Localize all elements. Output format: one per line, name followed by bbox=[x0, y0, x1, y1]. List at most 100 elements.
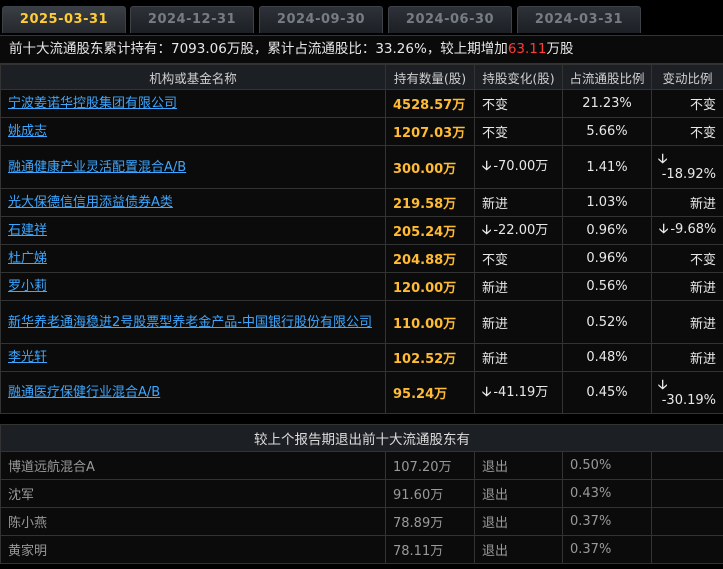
shareholder-name-cell: 宁波姜诺华控股集团有限公司 bbox=[0, 89, 386, 118]
summary-label-holding: 前十大流通股东累计持有： bbox=[9, 41, 171, 57]
exited-amount: 91.60万 bbox=[385, 479, 475, 508]
holding-change: 不变 bbox=[474, 244, 563, 273]
table-row: 杜广娣 204.88万 不变 0.96% 不变 bbox=[0, 244, 723, 273]
exited-empty bbox=[650, 507, 723, 536]
holding-change: 🡣 -22.00万 bbox=[474, 216, 563, 245]
holding-change: 不变 bbox=[474, 117, 563, 146]
holding-change: 新进 bbox=[474, 300, 563, 344]
tab-2024-03-31[interactable]: 2024-03-31 bbox=[517, 6, 641, 33]
change-ratio-value: -9.68% bbox=[670, 221, 717, 237]
change-ratio: 🡣 -9.68% bbox=[651, 216, 723, 245]
exited-ratio: 0.50% bbox=[562, 451, 652, 480]
exited-empty bbox=[650, 451, 723, 480]
exited-status: 退出 bbox=[474, 535, 563, 564]
arrow-down-icon: 🡣 bbox=[658, 377, 668, 393]
holding-amount: 300.00万 bbox=[385, 145, 475, 189]
change-ratio-value: -30.19% bbox=[661, 392, 716, 408]
shareholder-name-cell: 石建祥 bbox=[0, 216, 386, 245]
summary-unit: 万股 bbox=[546, 41, 574, 57]
exited-status: 退出 bbox=[474, 451, 563, 480]
change-ratio: 🡣 -18.92% bbox=[651, 145, 723, 189]
float-share-ratio: 0.96% bbox=[562, 244, 652, 273]
float-share-ratio: 0.56% bbox=[562, 272, 652, 301]
report-date-tabs: 2025-03-31 2024-12-31 2024-09-30 2024-06… bbox=[0, 0, 723, 36]
holding-change: 🡣 -41.19万 bbox=[474, 371, 563, 414]
holding-amount: 1207.03万 bbox=[385, 117, 475, 146]
col-header-change: 持股变化(股) bbox=[474, 64, 563, 90]
holding-change-value: -41.19万 bbox=[493, 384, 549, 400]
exited-row: 沈军 91.60万 退出 0.43% bbox=[0, 479, 723, 508]
holding-amount: 204.88万 bbox=[385, 244, 475, 273]
exited-amount: 78.89万 bbox=[385, 507, 475, 536]
shareholder-name-cell: 新华养老通海稳进2号股票型养老金产品-中国银行股份有限公司 bbox=[0, 300, 386, 344]
holding-amount: 110.00万 bbox=[385, 300, 475, 344]
table-row: 新华养老通海稳进2号股票型养老金产品-中国银行股份有限公司 110.00万 新进 0.… bbox=[0, 300, 723, 344]
change-ratio: 不变 bbox=[651, 244, 723, 273]
shareholder-link[interactable]: 光大保德信信用添益债券A类 bbox=[8, 195, 173, 210]
tab-2024-12-31[interactable]: 2024-12-31 bbox=[130, 6, 254, 33]
summary-label-increase: ，较上期增加 bbox=[426, 41, 508, 57]
exited-status: 退出 bbox=[474, 479, 563, 508]
holding-amount: 4528.57万 bbox=[385, 89, 475, 118]
exited-name: 黄家明 bbox=[0, 535, 386, 564]
summary-ratio: 33.26% bbox=[375, 41, 427, 57]
exited-amount: 107.20万 bbox=[385, 451, 475, 480]
shareholder-link[interactable]: 融通医疗保健行业混合A/B bbox=[8, 385, 160, 400]
exited-row: 黄家明 78.11万 退出 0.37% bbox=[0, 535, 723, 564]
exited-empty bbox=[650, 479, 723, 508]
arrow-down-icon: 🡣 bbox=[482, 384, 492, 400]
holding-change: 不变 bbox=[474, 89, 563, 118]
table-row: 李光轩 102.52万 新进 0.48% 新进 bbox=[0, 343, 723, 372]
exited-section-title: 较上个报告期退出前十大流通股东有 bbox=[0, 424, 723, 452]
tab-2024-09-30[interactable]: 2024-09-30 bbox=[259, 6, 383, 33]
holding-change: 新进 bbox=[474, 272, 563, 301]
change-ratio: 新进 bbox=[651, 300, 723, 344]
summary-total: 7093.06万股 bbox=[171, 41, 254, 57]
arrow-down-icon: 🡣 bbox=[482, 159, 492, 174]
holding-change: 新进 bbox=[474, 343, 563, 372]
summary-label-ratio: ，累计占流通股比： bbox=[253, 41, 376, 57]
exited-row: 陈小燕 78.89万 退出 0.37% bbox=[0, 507, 723, 536]
shareholder-link[interactable]: 杜广娣 bbox=[8, 251, 47, 266]
change-ratio: 新进 bbox=[651, 188, 723, 217]
table-row: 姚成志 1207.03万 不变 5.66% 不变 bbox=[0, 117, 723, 146]
exited-name: 陈小燕 bbox=[0, 507, 386, 536]
change-ratio: 🡣 -30.19% bbox=[651, 371, 723, 414]
shareholder-name-cell: 融通医疗保健行业混合A/B bbox=[0, 371, 386, 414]
tab-2025-03-31[interactable]: 2025-03-31 bbox=[2, 6, 126, 33]
holding-amount: 102.52万 bbox=[385, 343, 475, 372]
exited-amount: 78.11万 bbox=[385, 535, 475, 564]
exited-row: 博道远航混合A 107.20万 退出 0.50% bbox=[0, 451, 723, 480]
shareholder-link[interactable]: 李光轩 bbox=[8, 350, 47, 365]
shareholder-link[interactable]: 融通健康产业灵活配置混合A/B bbox=[8, 160, 186, 175]
float-share-ratio: 1.03% bbox=[562, 188, 652, 217]
holding-change: 新进 bbox=[474, 188, 563, 217]
table-row: 融通健康产业灵活配置混合A/B 300.00万 🡣 -70.00万 1.41% 🡣 -18.… bbox=[0, 145, 723, 189]
exited-name: 沈军 bbox=[0, 479, 386, 508]
shareholder-name-cell: 罗小莉 bbox=[0, 272, 386, 301]
shareholder-link[interactable]: 石建祥 bbox=[8, 223, 47, 238]
shareholder-name-cell: 姚成志 bbox=[0, 117, 386, 146]
shareholder-name-cell: 光大保德信信用添益债券A类 bbox=[0, 188, 386, 217]
col-header-name: 机构或基金名称 bbox=[0, 64, 386, 90]
exited-status: 退出 bbox=[474, 507, 563, 536]
holding-change: 🡣 -70.00万 bbox=[474, 145, 563, 189]
holding-amount: 95.24万 bbox=[385, 371, 475, 414]
shareholder-link[interactable]: 姚成志 bbox=[8, 124, 47, 139]
change-ratio: 新进 bbox=[651, 272, 723, 301]
shareholder-link[interactable]: 宁波姜诺华控股集团有限公司 bbox=[8, 96, 177, 111]
shareholder-name-cell: 融通健康产业灵活配置混合A/B bbox=[0, 145, 386, 189]
exited-shareholders-table: 较上个报告期退出前十大流通股东有 博道远航混合A 107.20万 退出 0.50% 沈军… bbox=[0, 424, 723, 564]
arrow-down-icon: 🡣 bbox=[658, 152, 668, 167]
change-ratio-value: -18.92% bbox=[661, 167, 716, 182]
float-share-ratio: 0.45% bbox=[562, 371, 652, 414]
exited-ratio: 0.37% bbox=[562, 535, 652, 564]
shareholder-link[interactable]: 新华养老通海稳进2号股票型养老金产品-中国银行股份有限公司 bbox=[8, 315, 372, 330]
float-share-ratio: 0.52% bbox=[562, 300, 652, 344]
col-header-amount: 持有数量(股) bbox=[385, 64, 475, 90]
tab-2024-06-30[interactable]: 2024-06-30 bbox=[388, 6, 512, 33]
shareholder-link[interactable]: 罗小莉 bbox=[8, 279, 47, 294]
exited-ratio: 0.37% bbox=[562, 507, 652, 536]
holding-amount: 120.00万 bbox=[385, 272, 475, 301]
shareholder-name-cell: 杜广娣 bbox=[0, 244, 386, 273]
